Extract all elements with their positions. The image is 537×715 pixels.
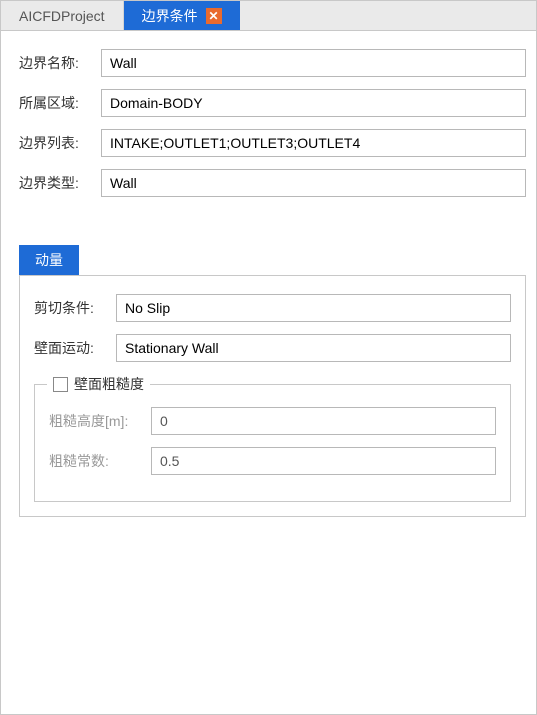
row-domain: 所属区域:	[19, 89, 526, 117]
momentum-panel: 剪切条件: 壁面运动: 壁面粗糙度 粗糙高度[m]: 粗糙常数:	[19, 275, 526, 517]
input-boundary-list[interactable]	[101, 129, 526, 157]
tab-project[interactable]: AICFDProject	[1, 1, 124, 30]
label-domain: 所属区域:	[19, 93, 91, 113]
tab-boundary-conditions[interactable]: 边界条件 ✕	[124, 1, 240, 30]
close-icon[interactable]: ✕	[206, 8, 222, 24]
row-boundary-name: 边界名称:	[19, 49, 526, 77]
subtab-row: 动量	[19, 245, 526, 275]
input-boundary-type[interactable]	[101, 169, 526, 197]
label-shear: 剪切条件:	[34, 298, 106, 318]
legend-roughness: 壁面粗糙度	[47, 374, 150, 394]
input-roughness-height[interactable]	[151, 407, 496, 435]
row-shear: 剪切条件:	[34, 294, 511, 322]
label-boundary-name: 边界名称:	[19, 53, 91, 73]
label-boundary-list: 边界列表:	[19, 133, 91, 153]
label-roughness-legend: 壁面粗糙度	[74, 374, 144, 394]
input-roughness-constant[interactable]	[151, 447, 496, 475]
subtab-momentum[interactable]: 动量	[19, 245, 79, 275]
row-roughness-height: 粗糙高度[m]:	[49, 407, 496, 435]
fieldset-roughness: 壁面粗糙度 粗糙高度[m]: 粗糙常数:	[34, 384, 511, 502]
row-boundary-type: 边界类型:	[19, 169, 526, 197]
content-area: 边界名称: 所属区域: 边界列表: 边界类型: 动量 剪切条件: 壁面运动:	[1, 31, 536, 714]
row-wall-motion: 壁面运动:	[34, 334, 511, 362]
spacer	[19, 209, 526, 245]
input-shear[interactable]	[116, 294, 511, 322]
label-roughness-height: 粗糙高度[m]:	[49, 411, 141, 431]
input-boundary-name[interactable]	[101, 49, 526, 77]
tab-boundary-label: 边界条件	[142, 1, 198, 31]
boundary-conditions-window: AICFDProject 边界条件 ✕ 边界名称: 所属区域: 边界列表: 边界…	[0, 0, 537, 715]
label-boundary-type: 边界类型:	[19, 173, 91, 193]
row-roughness-constant: 粗糙常数:	[49, 447, 496, 475]
input-wall-motion[interactable]	[116, 334, 511, 362]
label-wall-motion: 壁面运动:	[34, 338, 106, 358]
checkbox-roughness[interactable]	[53, 377, 68, 392]
row-boundary-list: 边界列表:	[19, 129, 526, 157]
tab-bar: AICFDProject 边界条件 ✕	[1, 1, 536, 31]
input-domain[interactable]	[101, 89, 526, 117]
label-roughness-constant: 粗糙常数:	[49, 451, 141, 471]
